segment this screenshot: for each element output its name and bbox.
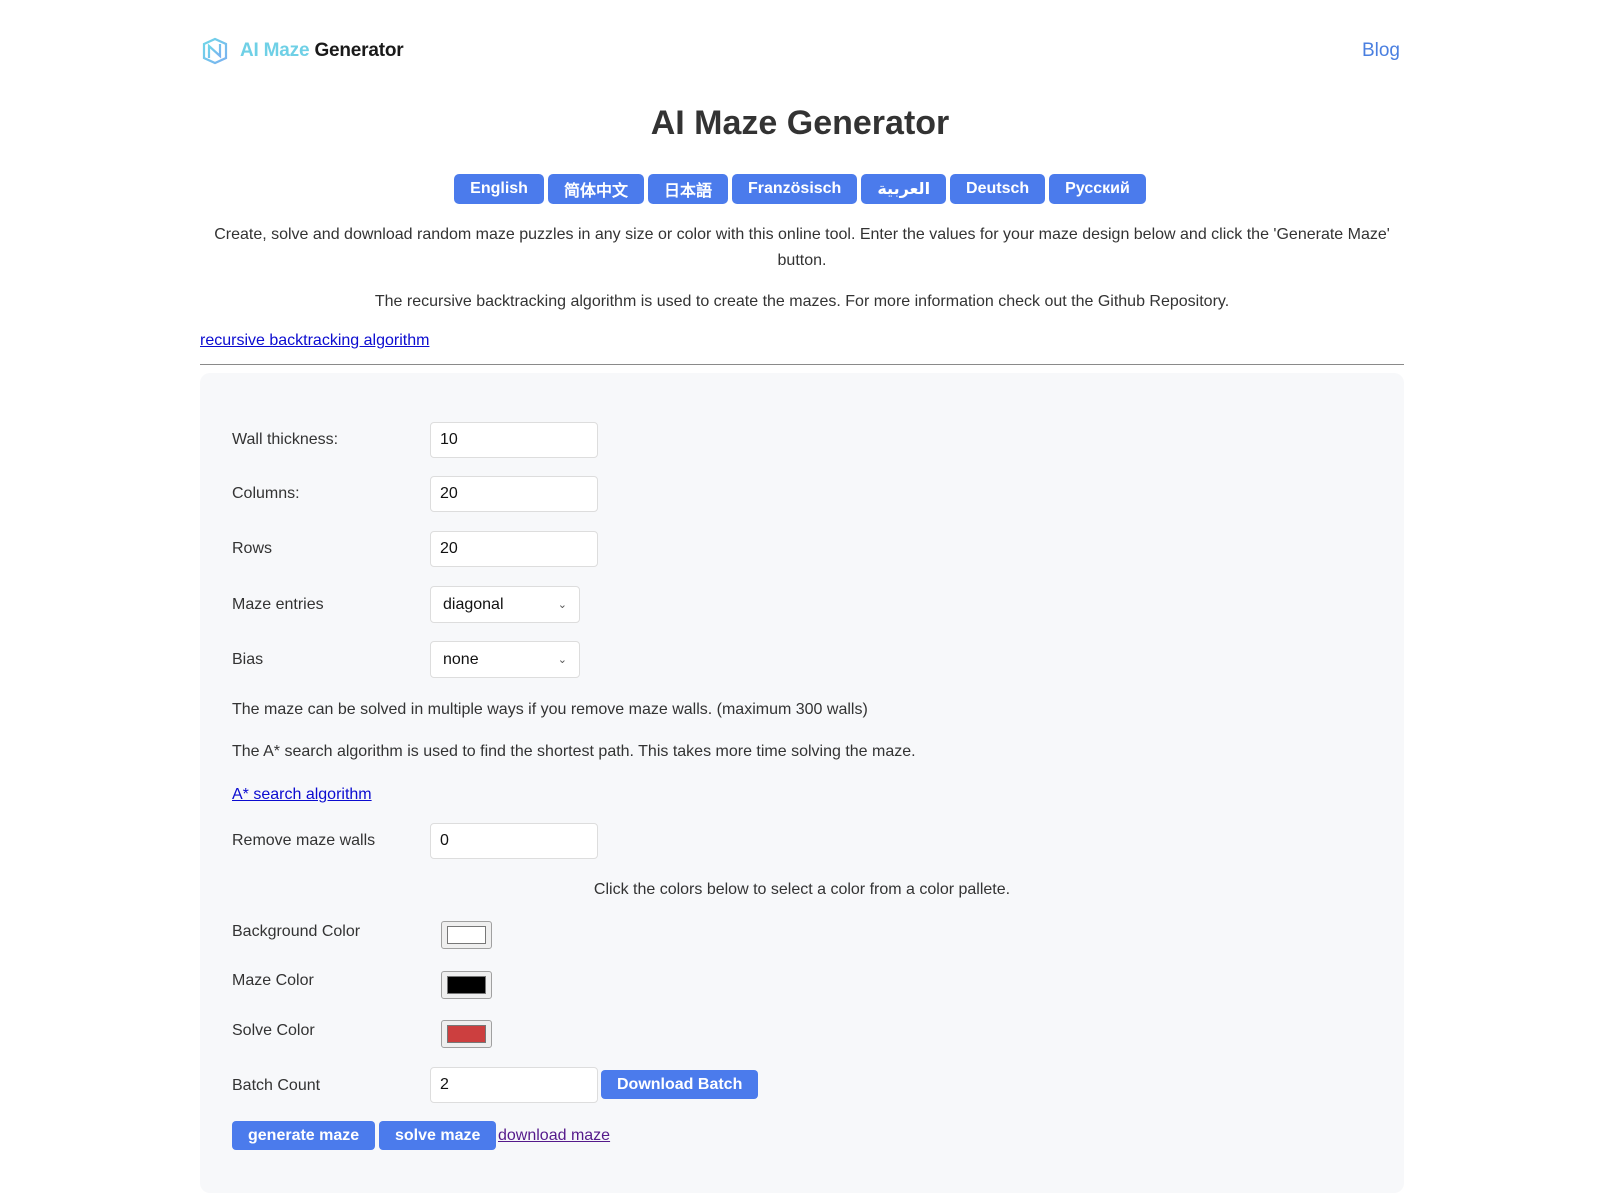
lang-russian-button[interactable]: Русский (1049, 174, 1146, 204)
batch-count-input[interactable] (430, 1067, 598, 1103)
solve-maze-button[interactable]: solve maze (379, 1121, 497, 1150)
maze-color-picker[interactable] (441, 971, 492, 999)
astar-algorithm-link[interactable]: A* search algorithm (232, 786, 372, 804)
logo-ai-text: AI Maze (240, 40, 310, 61)
background-color-label: Background Color (232, 923, 361, 940)
astar-note: The A* search algorithm is used to find … (232, 743, 916, 760)
background-color-swatch (447, 926, 486, 944)
maze-logo-icon (202, 37, 228, 65)
background-color-picker[interactable] (441, 921, 492, 949)
site-header: AI Maze Generator Blog (200, 30, 1400, 70)
blog-link[interactable]: Blog (1362, 40, 1400, 62)
divider (200, 364, 1404, 365)
maze-entries-select[interactable]: diagonal ⌄ (430, 586, 580, 623)
lang-chinese-button[interactable]: 简体中文 (547, 174, 644, 204)
intro-text: Create, solve and download random maze p… (214, 226, 1390, 269)
solve-color-picker[interactable] (441, 1020, 492, 1048)
download-maze-link[interactable]: download maze (498, 1127, 610, 1145)
logo-text: AI Maze Generator (240, 40, 404, 62)
remove-walls-label: Remove maze walls (232, 832, 376, 849)
algorithm-info-text: The recursive backtracking algorithm is … (374, 293, 1230, 310)
remove-walls-note: The maze can be solved in multiple ways … (232, 701, 868, 718)
bias-value: none (443, 650, 479, 668)
page-title: AI Maze Generator (650, 104, 950, 142)
maze-color-label: Maze Color (232, 972, 314, 989)
chevron-down-icon: ⌄ (557, 599, 567, 611)
download-batch-button[interactable]: Download Batch (601, 1070, 759, 1099)
rows-input[interactable] (430, 531, 598, 567)
solve-color-label: Solve Color (232, 1022, 315, 1039)
language-bar: English 简体中文 日本語 Französisch العربية Deu… (0, 174, 1600, 204)
solve-color-swatch (447, 1025, 486, 1043)
maze-settings-panel (200, 373, 1404, 1193)
columns-label: Columns: (232, 485, 300, 502)
color-hint-text: Click the colors below to select a color… (593, 881, 1011, 898)
recursive-backtracking-link[interactable]: recursive backtracking algorithm (200, 332, 429, 350)
logo-generator-text: Generator (314, 40, 404, 61)
rows-label: Rows (232, 540, 273, 557)
columns-input[interactable] (430, 476, 598, 512)
lang-english-button[interactable]: English (454, 174, 544, 204)
maze-color-swatch (447, 976, 486, 994)
lang-arabic-button[interactable]: العربية (861, 174, 947, 204)
remove-walls-input[interactable] (430, 823, 598, 859)
lang-japanese-button[interactable]: 日本語 (647, 174, 728, 204)
wall-thickness-input[interactable] (430, 422, 598, 458)
maze-entries-value: diagonal (443, 595, 504, 613)
batch-count-label: Batch Count (232, 1077, 321, 1094)
bias-label: Bias (232, 651, 264, 668)
site-logo[interactable]: AI Maze Generator (200, 36, 404, 66)
bias-select[interactable]: none ⌄ (430, 641, 580, 678)
wall-thickness-label: Wall thickness: (232, 431, 339, 448)
maze-entries-label: Maze entries (232, 596, 324, 613)
generate-maze-button[interactable]: generate maze (232, 1121, 376, 1150)
lang-german-button[interactable]: Deutsch (950, 174, 1046, 204)
chevron-down-icon: ⌄ (557, 654, 567, 666)
lang-french-button[interactable]: Französisch (731, 174, 858, 204)
